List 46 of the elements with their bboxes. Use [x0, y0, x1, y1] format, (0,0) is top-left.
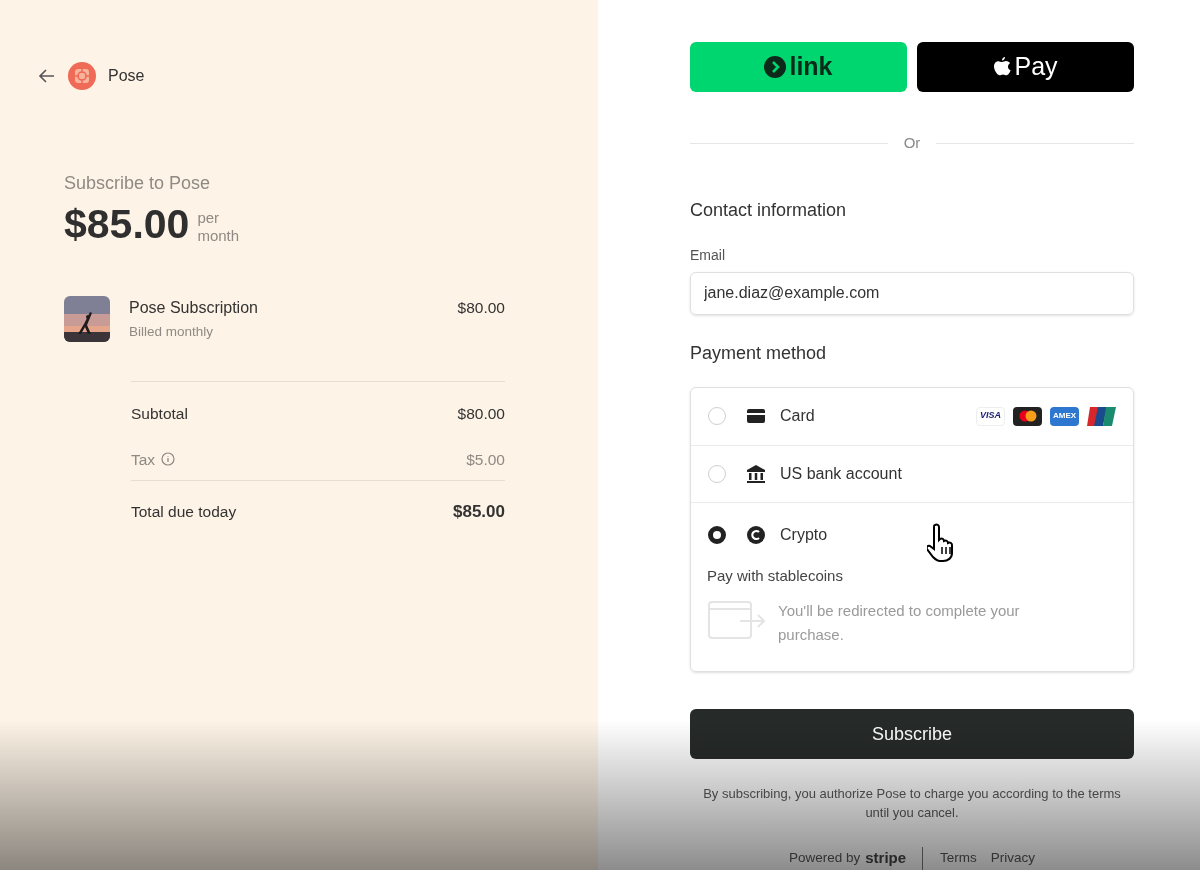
- payment-method-label[interactable]: US bank account: [780, 461, 1116, 486]
- logo-icon: [68, 62, 96, 90]
- subscribe-button[interactable]: Subscribe: [690, 709, 1134, 759]
- powered-by-text: Powered by: [788, 849, 861, 868]
- legal-text: By subscribing, you authorize Pose to charge you according to the terms until you cancel.: [702, 785, 1122, 822]
- field-label: Email: [690, 245, 726, 265]
- section-heading: Contact information: [690, 198, 848, 222]
- credit-card-icon: [746, 408, 766, 424]
- divider-label: Or: [903, 133, 921, 153]
- payment-detail-title: Pay with stablecoins: [707, 565, 844, 586]
- footer-link[interactable]: Privacy: [990, 848, 1036, 869]
- merchant-name: Pose: [108, 66, 145, 86]
- amex-logo: AMEX: [1050, 406, 1079, 426]
- radio-button[interactable]: [708, 525, 726, 544]
- apple-pay-button[interactable]: Pay: [917, 42, 1134, 92]
- stripe-wordmark: stripe: [865, 848, 907, 868]
- footer-link[interactable]: Terms: [940, 848, 977, 869]
- chevron-icon: [764, 56, 787, 78]
- info-icon[interactable]: [161, 452, 176, 467]
- back-arrow-icon[interactable]: [38, 67, 56, 85]
- total-amount: $5.00: [466, 449, 505, 470]
- payment-method-label[interactable]: Card: [780, 404, 976, 428]
- total-label: Subtotal: [131, 403, 188, 424]
- mastercard-logo: [1013, 406, 1042, 426]
- total-amount: $80.00: [457, 403, 505, 424]
- crypto-coin-icon: [746, 524, 766, 545]
- item-amount: $80.00: [457, 298, 505, 319]
- billing-period: per: [197, 208, 221, 227]
- redirect-note: You'll be redirected to complete your purchase.: [778, 601, 1021, 645]
- section-heading: Payment method: [690, 341, 828, 365]
- total-label: Tax: [131, 449, 156, 470]
- total-amount: $85.00: [453, 501, 505, 523]
- item-note: Billed monthly: [129, 323, 215, 342]
- email-field[interactable]: jane.diaz@example.com: [690, 271, 1134, 315]
- plan-title: Subscribe to Pose: [64, 172, 212, 195]
- price: $85.00: [64, 200, 190, 249]
- bank-icon: [746, 463, 766, 484]
- redirect-icon: [708, 601, 766, 641]
- billing-period: month: [197, 226, 240, 245]
- apple-icon: [993, 56, 1012, 78]
- payment-method-label[interactable]: Crypto: [780, 522, 1116, 547]
- total-label: Total due today: [131, 502, 237, 523]
- item-name: Pose Subscription: [129, 298, 259, 319]
- link-pay-button[interactable]: link: [690, 42, 907, 92]
- unionpay-logo: [1087, 406, 1116, 426]
- visa-logo: VISA: [976, 406, 1005, 426]
